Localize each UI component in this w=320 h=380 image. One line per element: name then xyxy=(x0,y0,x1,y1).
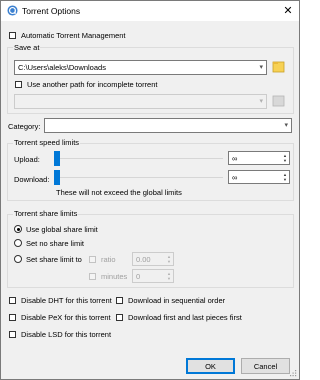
download-label: Download: xyxy=(14,175,50,184)
close-button[interactable]: ✕ xyxy=(277,1,299,21)
minutes-label: minutes xyxy=(101,272,128,281)
window-title: Torrent Options xyxy=(22,6,81,16)
resize-grip-icon[interactable] xyxy=(289,369,297,377)
close-icon: ✕ xyxy=(283,5,293,17)
spin-arrows-icon: ▲ ▼ xyxy=(283,153,287,163)
torrent-options-dialog: Torrent Options ✕ Automatic Torrent Mana… xyxy=(0,0,300,380)
speed-limits-group-title: Torrent speed limits xyxy=(13,138,81,147)
ratio-label: ratio xyxy=(101,255,116,264)
title-bar: Torrent Options ✕ xyxy=(1,1,299,21)
spin-arrows-icon: ▲ ▼ xyxy=(167,254,171,264)
upload-label: Upload: xyxy=(14,155,40,164)
download-limit-spinbox[interactable]: ∞ ▲ ▼ xyxy=(228,170,290,184)
set-share-limit-radio[interactable] xyxy=(14,255,22,263)
chevron-down-icon: ▾ xyxy=(259,98,263,105)
minutes-value: 0 xyxy=(136,272,141,281)
spin-arrows-icon: ▲ ▼ xyxy=(283,172,287,182)
disable-lsd-checkbox[interactable] xyxy=(9,331,16,338)
category-label: Category: xyxy=(8,122,41,131)
disable-pex-checkbox[interactable] xyxy=(9,314,16,321)
browse-folder-icon[interactable] xyxy=(272,60,285,74)
minutes-checkbox[interactable] xyxy=(89,273,96,280)
save-path-combobox[interactable]: C:\Users\aleks\Downloads ▾ xyxy=(14,60,267,75)
disable-dht-label: Disable DHT for this torrent xyxy=(21,296,112,305)
upload-slider-thumb[interactable] xyxy=(54,151,60,166)
save-at-group-title: Save at xyxy=(13,43,41,52)
incomplete-path-combobox[interactable]: ▾ xyxy=(14,94,267,109)
qbittorrent-logo-icon xyxy=(7,5,18,16)
sequential-download-checkbox[interactable] xyxy=(116,297,123,304)
category-combobox[interactable]: ▾ xyxy=(44,118,292,133)
download-limit-value: ∞ xyxy=(232,173,238,182)
download-slider-thumb[interactable] xyxy=(54,170,60,185)
chevron-down-icon: ▾ xyxy=(259,64,263,71)
first-last-pieces-checkbox[interactable] xyxy=(116,314,123,321)
use-global-share-limit-label: Use global share limit xyxy=(26,225,98,234)
ratio-value: 0.00 xyxy=(136,255,151,264)
incomplete-path-label: Use another path for incomplete torrent xyxy=(27,80,158,89)
incomplete-path-checkbox[interactable] xyxy=(15,81,22,88)
browse-incomplete-folder-icon[interactable] xyxy=(272,94,285,108)
upload-limit-spinbox[interactable]: ∞ ▲ ▼ xyxy=(228,151,290,165)
save-path-value: C:\Users\aleks\Downloads xyxy=(18,63,106,72)
sequential-download-label: Download in sequential order xyxy=(128,296,226,305)
spin-arrows-icon: ▲ ▼ xyxy=(167,271,171,281)
ok-button[interactable]: OK xyxy=(186,358,235,374)
first-last-pieces-label: Download first and last pieces first xyxy=(128,313,242,322)
chevron-down-icon: ▾ xyxy=(284,122,288,129)
set-share-limit-label: Set share limit to xyxy=(26,255,82,264)
upload-slider-track xyxy=(55,158,223,159)
speed-limits-note: These will not exceed the global limits xyxy=(56,188,182,197)
disable-dht-checkbox[interactable] xyxy=(9,297,16,304)
cancel-button[interactable]: Cancel xyxy=(241,358,290,374)
automatic-management-label: Automatic Torrent Management xyxy=(21,31,126,40)
ratio-spinbox[interactable]: 0.00 ▲ ▼ xyxy=(132,252,174,266)
minutes-spinbox[interactable]: 0 ▲ ▼ xyxy=(132,269,174,283)
share-limits-group-title: Torrent share limits xyxy=(13,209,79,218)
no-share-limit-label: Set no share limit xyxy=(26,239,84,248)
disable-lsd-label: Disable LSD for this torrent xyxy=(21,330,112,339)
use-global-share-limit-radio[interactable] xyxy=(14,225,22,233)
download-slider-track xyxy=(55,177,223,178)
disable-pex-label: Disable PeX for this torrent xyxy=(21,313,111,322)
automatic-management-checkbox[interactable] xyxy=(9,32,16,39)
ratio-checkbox[interactable] xyxy=(89,256,96,263)
upload-limit-value: ∞ xyxy=(232,154,238,163)
no-share-limit-radio[interactable] xyxy=(14,239,22,247)
